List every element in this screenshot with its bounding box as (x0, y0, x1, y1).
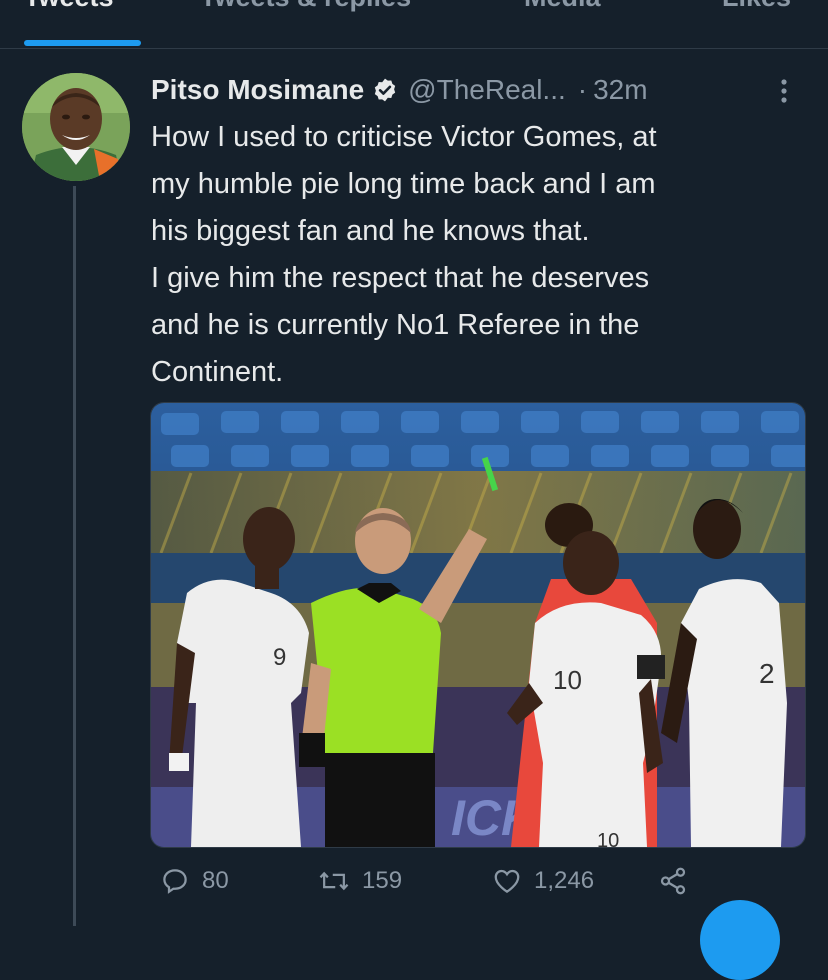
retweet-count: 159 (362, 867, 403, 894)
tweet-header: Pitso Mosimane @TheReal... · 32m (151, 68, 648, 112)
verified-badge-icon (372, 77, 398, 103)
like-icon (494, 869, 520, 893)
share-icon (660, 867, 686, 895)
reply-icon (163, 869, 187, 894)
more-options-icon[interactable] (778, 76, 790, 106)
share-button[interactable] (658, 866, 700, 896)
tweet-text: How I used to criticise Victor Gomes, at… (151, 114, 791, 396)
tweet-text-line: Continent. (151, 356, 284, 388)
like-count: 1,246 (534, 867, 595, 894)
jersey-number: 10 (597, 830, 619, 847)
reply-count: 80 (202, 867, 229, 894)
timestamp[interactable]: 32m (593, 74, 647, 106)
active-tab-indicator (24, 40, 141, 46)
tweet-text-line: How I used to criticise Victor Gomes, at (151, 121, 657, 153)
tweet-text-line: my humble pie long time back and I am (151, 168, 656, 200)
display-name[interactable]: Pitso Mosimane (151, 74, 364, 106)
thread-line (73, 186, 76, 926)
tweet-media-photo[interactable]: ICKE 9 10 10 2 (150, 402, 806, 848)
retweet-button[interactable]: 159 (318, 866, 402, 896)
tweet-actions: 80 159 1,246 (150, 866, 710, 910)
tweet-text-line: I give him the respect that he deserves (151, 262, 650, 294)
avatar-portrait (22, 73, 130, 181)
tab-tweets-and-replies[interactable]: Tweets & replies (200, 0, 411, 13)
avatar[interactable] (22, 73, 130, 181)
jersey-number: 9 (273, 644, 286, 671)
user-handle[interactable]: @TheReal... (408, 74, 566, 106)
jersey-number: 10 (553, 665, 582, 695)
separator-dot: · (577, 74, 588, 105)
tab-tweets[interactable]: Tweets (24, 0, 114, 13)
jersey-number: 2 (759, 658, 775, 689)
tab-likes[interactable]: Likes (722, 0, 791, 13)
tab-media[interactable]: Media (524, 0, 601, 13)
tweet-text-line: his biggest fan and he knows that. (151, 215, 590, 247)
profile-tabs: Tweets Tweets & replies Media Likes (0, 0, 828, 49)
reply-button[interactable]: 80 (160, 866, 229, 896)
retweet-icon (319, 871, 349, 891)
tweet-text-line: and he is currently No1 Referee in the (151, 309, 640, 341)
referee-card-photo: ICKE 9 10 10 2 (151, 403, 805, 847)
like-button[interactable]: 1,246 (492, 866, 594, 896)
compose-tweet-button[interactable] (700, 900, 780, 980)
